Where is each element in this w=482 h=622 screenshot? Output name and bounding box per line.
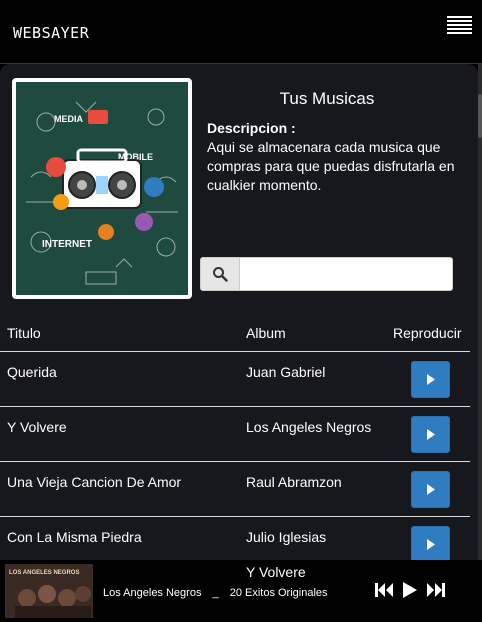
description-text: Aqui se almacenara cada musica que compr…	[207, 139, 455, 193]
table-row: Querida Juan Gabriel	[0, 352, 470, 407]
album-art-thumbnail: LOS ANGELES NEGROS	[5, 564, 93, 618]
play-icon	[426, 429, 435, 440]
top-navbar: WEBSAYER	[0, 0, 482, 64]
now-playing-album: 20 Exitos Originales	[229, 587, 328, 599]
hamburger-icon[interactable]	[447, 16, 472, 38]
previous-button[interactable]	[374, 580, 394, 600]
now-playing-artist: Los Angeles Negros	[103, 587, 202, 599]
music-media-illustration: MEDIA MOBILE INTERNET	[16, 82, 188, 295]
cover-word-media: MEDIA	[54, 114, 84, 124]
play-song-button[interactable]	[411, 471, 450, 508]
description-label: Descripcion :	[207, 120, 296, 136]
search-icon	[213, 267, 228, 282]
play-icon	[426, 539, 435, 550]
next-icon	[427, 583, 445, 597]
play-icon	[426, 374, 435, 385]
now-playing-bar: LOS ANGELES NEGROS Y Volvere Los Angeles…	[0, 560, 482, 622]
song-title: Querida	[7, 364, 57, 380]
previous-icon	[375, 583, 393, 597]
now-playing-title: Y Volvere	[246, 564, 306, 580]
song-album: Raul Abramzon	[246, 474, 342, 490]
meta-separator: _	[212, 587, 219, 599]
library-title: Tus Musicas	[279, 89, 375, 108]
now-playing-meta: Los Angeles Negros _ 20 Exitos Originale…	[103, 587, 336, 599]
song-album: Juan Gabriel	[246, 364, 326, 380]
next-button[interactable]	[426, 580, 446, 600]
play-button[interactable]	[400, 580, 420, 600]
column-play: Reproducir	[393, 325, 462, 341]
music-library-panel: MEDIA MOBILE INTERNET Tus Musicas Descri…	[0, 64, 478, 560]
table-row: Y Volvere Los Angeles Negros	[0, 407, 470, 462]
play-icon	[403, 582, 417, 598]
column-title: Titulo	[7, 325, 41, 341]
song-album: Los Angeles Negros	[246, 419, 372, 435]
song-title: Con La Misma Piedra	[7, 529, 142, 545]
song-album: Julio Iglesias	[246, 529, 327, 545]
cover-word-internet: INTERNET	[42, 239, 92, 250]
table-header: Titulo Album Reproducir	[0, 316, 470, 352]
library-cover-image: MEDIA MOBILE INTERNET	[12, 78, 192, 299]
page-scrollbar[interactable]	[478, 64, 482, 560]
play-song-button[interactable]	[411, 526, 450, 560]
song-title: Una Vieja Cancion De Amor	[7, 474, 182, 490]
player-controls	[374, 580, 446, 600]
play-song-button[interactable]	[411, 416, 450, 453]
play-icon	[426, 484, 435, 495]
column-album: Album	[246, 325, 286, 341]
play-song-button[interactable]	[411, 361, 450, 398]
song-title: Y Volvere	[7, 419, 67, 435]
search-bar	[200, 257, 453, 291]
search-input[interactable]	[240, 257, 453, 291]
search-button[interactable]	[200, 257, 240, 291]
table-row: Con La Misma Piedra Julio Iglesias	[0, 517, 470, 560]
table-row: Una Vieja Cancion De Amor Raul Abramzon	[0, 462, 470, 517]
album-art-caption: LOS ANGELES NEGROS	[9, 570, 79, 576]
brand-name[interactable]: WEBSAYER	[13, 24, 89, 42]
